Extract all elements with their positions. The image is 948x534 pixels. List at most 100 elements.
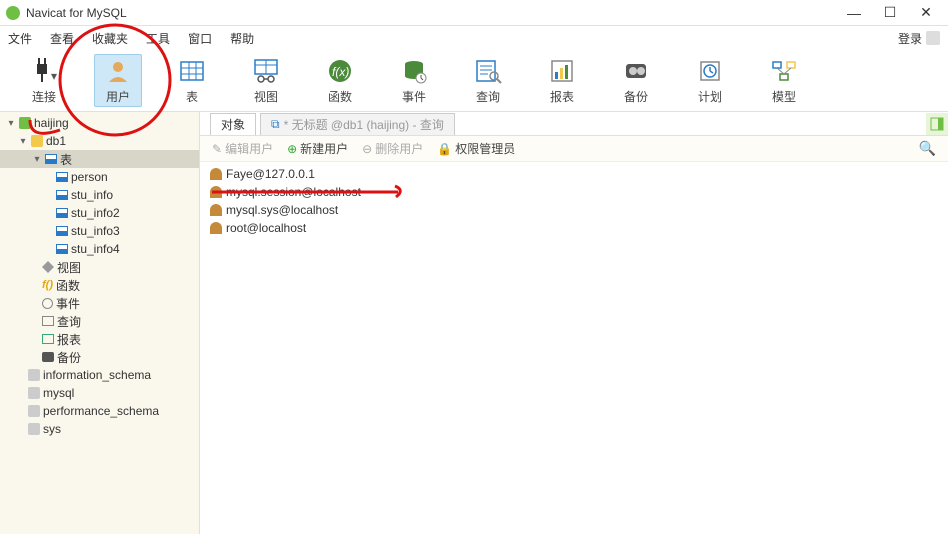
model-icon — [768, 56, 800, 86]
menu-login[interactable]: 登录 — [898, 30, 922, 47]
main-toolbar: ▾ 连接 用户 表 视图 f(x) 函数 事件 查询 — [0, 50, 948, 112]
report-icon — [546, 56, 578, 86]
connection-icon — [19, 117, 31, 129]
menu-tools[interactable]: 工具 — [146, 30, 170, 47]
user-row[interactable]: Faye@127.0.0.1 — [210, 165, 938, 183]
tree-table-item[interactable]: stu_info — [0, 186, 199, 204]
tool-report[interactable]: 报表 — [538, 54, 586, 107]
database-icon — [28, 369, 40, 381]
menu-fav[interactable]: 收藏夹 — [92, 30, 128, 47]
table-item-icon — [56, 172, 68, 182]
tool-view-label: 视图 — [254, 88, 278, 105]
tool-connect[interactable]: ▾ 连接 — [20, 54, 68, 107]
user-list[interactable]: Faye@127.0.0.1 mysql.session@localhost m… — [200, 162, 948, 534]
query-icon — [472, 56, 504, 86]
tree-events-node[interactable]: 事件 — [0, 294, 199, 312]
database-icon — [31, 135, 43, 147]
tree-reports-node[interactable]: 报表 — [0, 330, 199, 348]
tree-table-item[interactable]: person — [0, 168, 199, 186]
table-icon — [176, 56, 208, 86]
tree-table-item[interactable]: stu_info3 — [0, 222, 199, 240]
tree-db-label: db1 — [46, 134, 66, 148]
view-icon — [250, 56, 282, 86]
delete-user-button[interactable]: ⊖删除用户 — [362, 140, 423, 157]
login-avatar-icon[interactable] — [926, 31, 940, 45]
sql-icon — [42, 316, 54, 326]
user-row[interactable]: mysql.session@localhost — [210, 183, 938, 201]
tape-icon — [42, 352, 54, 362]
tool-plan[interactable]: 计划 — [686, 54, 734, 107]
tree-table-item[interactable]: stu_info4 — [0, 240, 199, 258]
views-icon — [42, 261, 54, 273]
tool-backup[interactable]: 备份 — [612, 54, 660, 107]
tool-func-label: 函数 — [328, 88, 352, 105]
tree-funcs-node[interactable]: f()函数 — [0, 276, 199, 294]
lock-icon: 🔒 — [437, 142, 452, 156]
tree-sysdb[interactable]: sys — [0, 420, 199, 438]
user-row-icon — [210, 204, 222, 216]
tree-sysdb[interactable]: mysql — [0, 384, 199, 402]
title-bar: Navicat for MySQL — ☐ ✕ — [0, 0, 948, 26]
new-user-button[interactable]: ⊕新建用户 — [287, 140, 348, 157]
tool-user[interactable]: 用户 — [94, 54, 142, 107]
database-icon — [28, 405, 40, 417]
function-icon: f(x) — [324, 56, 356, 86]
close-button[interactable]: ✕ — [908, 1, 944, 25]
tree-tables-node[interactable]: ▾表 — [0, 150, 199, 168]
minimize-button[interactable]: — — [836, 1, 872, 25]
menu-window[interactable]: 窗口 — [188, 30, 212, 47]
tool-view[interactable]: 视图 — [242, 54, 290, 107]
user-row[interactable]: mysql.sys@localhost — [210, 201, 938, 219]
tool-model[interactable]: 模型 — [760, 54, 808, 107]
tree-database[interactable]: ▾db1 — [0, 132, 199, 150]
plus-icon: ⊕ — [287, 142, 297, 156]
tool-query[interactable]: 查询 — [464, 54, 512, 107]
app-icon — [6, 6, 20, 20]
tree-backups-node[interactable]: 备份 — [0, 348, 199, 366]
content-area: ▾haijing ▾db1 ▾表 person stu_info stu_inf… — [0, 112, 948, 534]
connection-tree[interactable]: ▾haijing ▾db1 ▾表 person stu_info stu_inf… — [0, 112, 200, 534]
tree-tables-label: 表 — [60, 151, 72, 168]
tree-connection[interactable]: ▾haijing — [0, 114, 199, 132]
maximize-button[interactable]: ☐ — [872, 1, 908, 25]
table-item-icon — [56, 208, 68, 218]
tab-query-label: * 无标题 @db1 (haijing) - 查询 — [284, 116, 444, 133]
tool-table[interactable]: 表 — [168, 54, 216, 107]
privilege-manager-button[interactable]: 🔒权限管理员 — [437, 140, 515, 157]
user-row-icon — [210, 168, 222, 180]
tool-event[interactable]: 事件 — [390, 54, 438, 107]
tree-queries-node[interactable]: 查询 — [0, 312, 199, 330]
table-item-icon — [56, 226, 68, 236]
event-icon — [398, 56, 430, 86]
user-row[interactable]: root@localhost — [210, 219, 938, 237]
user-row-icon — [210, 222, 222, 234]
tool-report-label: 报表 — [550, 88, 574, 105]
tree-sysdb[interactable]: information_schema — [0, 366, 199, 384]
plan-icon — [694, 56, 726, 86]
search-icon[interactable]: 🔍 — [919, 140, 936, 157]
tab-objects[interactable]: 对象 — [210, 113, 256, 135]
tool-plan-label: 计划 — [698, 88, 722, 105]
svg-text:f(x): f(x) — [332, 65, 349, 79]
menu-view[interactable]: 查看 — [50, 30, 74, 47]
tool-user-label: 用户 — [106, 88, 130, 105]
edit-user-button[interactable]: ✎编辑用户 — [212, 140, 273, 157]
menu-file[interactable]: 文件 — [8, 30, 32, 47]
tool-table-label: 表 — [186, 88, 198, 105]
tree-table-item[interactable]: stu_info2 — [0, 204, 199, 222]
menu-help[interactable]: 帮助 — [230, 30, 254, 47]
tree-sysdb[interactable]: performance_schema — [0, 402, 199, 420]
tab-bar: 对象 ⧉ * 无标题 @db1 (haijing) - 查询 — [200, 112, 948, 136]
user-row-icon — [210, 186, 222, 198]
plug-icon: ▾ — [28, 56, 60, 86]
func-icon: f() — [42, 279, 53, 291]
user-icon — [102, 56, 134, 86]
report-tree-icon — [42, 334, 54, 344]
minus-icon: ⊖ — [362, 142, 372, 156]
tab-query[interactable]: ⧉ * 无标题 @db1 (haijing) - 查询 — [260, 113, 455, 135]
tool-func[interactable]: f(x) 函数 — [316, 54, 364, 107]
database-icon — [28, 387, 40, 399]
tree-views-node[interactable]: 视图 — [0, 258, 199, 276]
side-panel-toggle[interactable] — [926, 113, 948, 135]
query-tab-icon: ⧉ — [271, 117, 280, 132]
